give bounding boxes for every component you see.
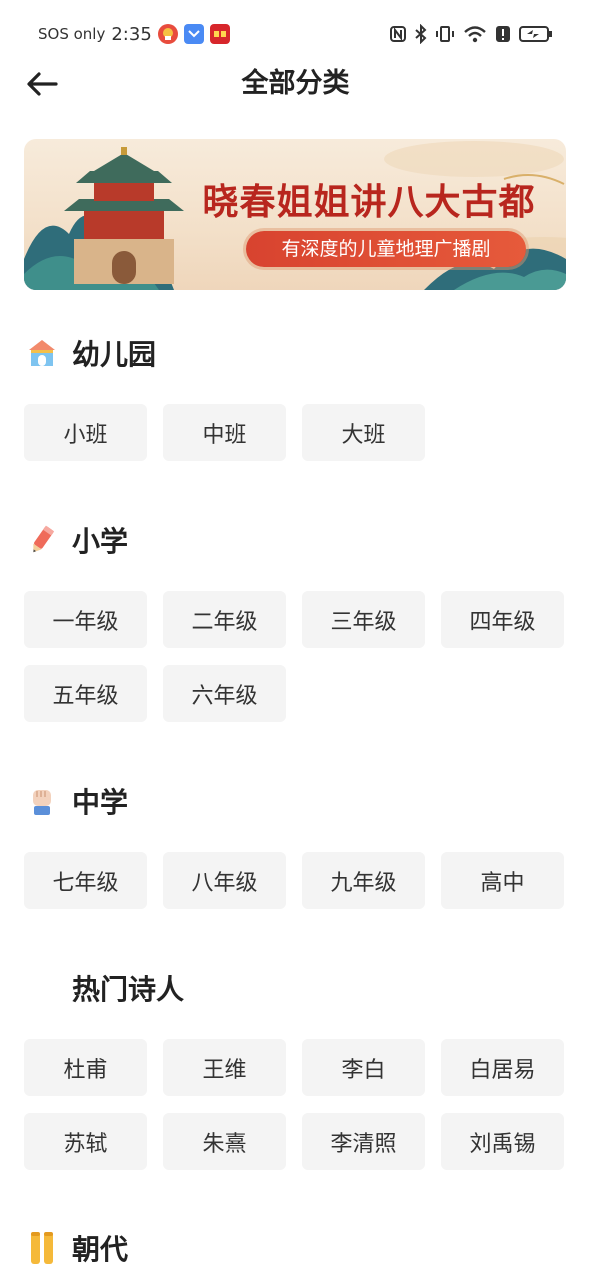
category-chip[interactable]: 六年级 <box>163 665 286 722</box>
category-chip[interactable]: 五年级 <box>24 665 147 722</box>
category-chip[interactable]: 小班 <box>24 404 147 461</box>
category-chip[interactable]: 中班 <box>163 404 286 461</box>
page-title: 全部分类 <box>241 68 350 99</box>
kindergarten-icon <box>24 335 60 371</box>
poet-icon-placeholder <box>24 970 60 1006</box>
banner-title: 晓春姐姐讲八大古都 <box>202 181 536 223</box>
section-header-poets: 热门诗人 <box>24 968 184 1008</box>
category-chip[interactable]: 八年级 <box>163 852 286 909</box>
nfc-icon <box>390 26 406 42</box>
promo-banner[interactable]: 晓春姐姐讲八大古都 有深度的儿童地理广播剧 <box>24 139 566 290</box>
category-chip[interactable]: 李白 <box>302 1039 425 1096</box>
middle-school-grades: 七年级 八年级 九年级 高中 <box>24 852 567 909</box>
pencil-icon <box>24 522 60 558</box>
section-header-dynasty: 朝代 <box>24 1228 128 1268</box>
category-chip[interactable]: 九年级 <box>302 852 425 909</box>
alert-icon <box>496 26 510 42</box>
header: 全部分类 <box>0 60 591 106</box>
category-chip[interactable]: 白居易 <box>441 1039 564 1096</box>
primary-grades: 一年级 二年级 三年级 四年级 五年级 六年级 <box>24 591 567 722</box>
category-chip[interactable]: 七年级 <box>24 852 147 909</box>
carrier-text: SOS only <box>38 25 106 43</box>
notification-app-icon <box>183 24 204 44</box>
notification-app-icon <box>157 24 178 44</box>
category-chip[interactable]: 高中 <box>441 852 564 909</box>
clock: 2:35 <box>111 23 152 45</box>
category-chip[interactable]: 四年级 <box>441 591 564 648</box>
poet-list: 杜甫 王维 李白 白居易 苏轼 朱熹 李清照 刘禹锡 <box>24 1039 567 1170</box>
category-chip[interactable]: 一年级 <box>24 591 147 648</box>
section-title: 热门诗人 <box>72 973 185 1006</box>
section-header-middle-school: 中学 <box>24 781 128 821</box>
status-right <box>389 22 553 46</box>
category-chip[interactable]: 杜甫 <box>24 1039 147 1096</box>
wifi-icon <box>464 26 486 43</box>
category-chip[interactable]: 二年级 <box>163 591 286 648</box>
status-left: SOS only 2:35 <box>38 22 230 46</box>
bluetooth-icon <box>415 24 427 44</box>
section-title: 幼儿园 <box>72 338 157 371</box>
section-header-kindergarten: 幼儿园 <box>24 333 156 373</box>
scroll-icon <box>24 1230 60 1266</box>
category-chip[interactable]: 李清照 <box>302 1113 425 1170</box>
banner-subtitle: 有深度的儿童地理广播剧 <box>246 231 526 267</box>
category-chip[interactable]: 苏轼 <box>24 1113 147 1170</box>
section-header-primary: 小学 <box>24 520 128 560</box>
battery-icon <box>519 26 552 42</box>
status-bar: SOS only 2:35 <box>0 0 591 66</box>
category-chip[interactable]: 王维 <box>163 1039 286 1096</box>
category-chip[interactable]: 三年级 <box>302 591 425 648</box>
kindergarten-grades: 小班 中班 大班 <box>24 404 567 461</box>
fist-icon <box>24 783 60 819</box>
section-title: 小学 <box>72 525 129 558</box>
vibrate-icon <box>436 26 454 42</box>
notification-app-icon <box>209 24 230 44</box>
section-title: 中学 <box>72 786 129 819</box>
category-chip[interactable]: 大班 <box>302 404 425 461</box>
section-title: 朝代 <box>72 1233 129 1266</box>
category-chip[interactable]: 朱熹 <box>163 1113 286 1170</box>
category-chip[interactable]: 刘禹锡 <box>441 1113 564 1170</box>
